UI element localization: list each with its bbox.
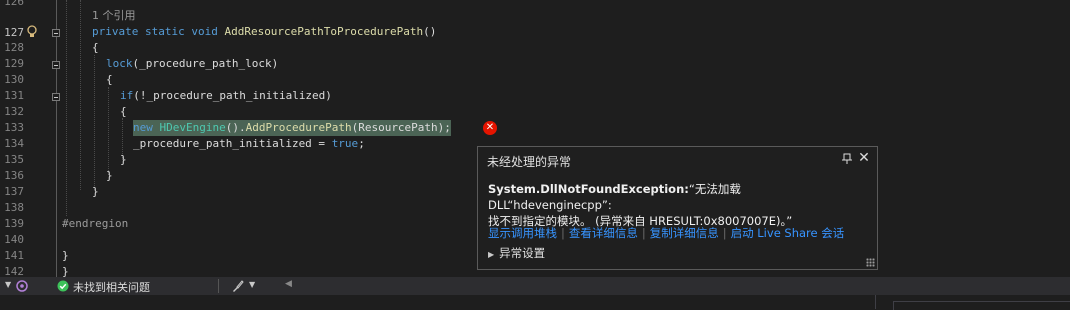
brush-icon[interactable] xyxy=(231,279,245,293)
line-number: 126 xyxy=(4,0,24,8)
exception-type: System.DllNotFoundException: xyxy=(488,182,689,196)
line-number: 140 xyxy=(4,233,24,246)
collapse-toggle[interactable] xyxy=(52,93,60,101)
panel-divider xyxy=(875,295,876,309)
code-line-128: { xyxy=(92,41,99,54)
code-token: lock xyxy=(106,57,133,70)
error-icon[interactable] xyxy=(483,120,497,136)
code-token: new xyxy=(133,121,160,134)
code-line-137: } xyxy=(92,185,99,198)
divider xyxy=(218,279,219,293)
reference-count-hint[interactable]: 1 个引用 xyxy=(92,8,136,24)
code-token: HDevEngine xyxy=(159,121,226,134)
code-token: (_procedure_path_lock) xyxy=(132,57,279,70)
line-number: 129 xyxy=(4,57,24,70)
line-number: 139 xyxy=(4,217,24,230)
copilot-icon[interactable] xyxy=(16,280,28,292)
code-line-127: private static void AddResourcePathToPro… xyxy=(92,24,436,40)
code-token: ; xyxy=(358,137,365,150)
close-icon[interactable]: ✕ xyxy=(857,151,871,165)
indent-guide xyxy=(66,0,67,216)
fold-line xyxy=(56,69,57,93)
exception-settings-label: 异常设置 xyxy=(499,246,546,260)
code-token: AddProcedurePath xyxy=(245,121,352,134)
code-line-135: } xyxy=(120,153,127,166)
code-line-130: { xyxy=(106,73,113,86)
indent-guide xyxy=(80,0,81,190)
code-token: _procedure_path_initialized = xyxy=(133,137,332,150)
line-number: 137 xyxy=(4,185,24,198)
code-line-132: { xyxy=(120,105,127,118)
view-details-link[interactable]: 查看详细信息 xyxy=(569,226,638,240)
fold-line xyxy=(56,0,57,29)
line-number: 136 xyxy=(4,169,24,182)
issues-status-text[interactable]: 未找到相关问题 xyxy=(73,279,150,295)
line-number: 141 xyxy=(4,249,24,262)
code-token: (). xyxy=(225,121,246,134)
code-line-141: } xyxy=(62,249,69,262)
current-statement-highlight: new HDevEngine().AddProcedurePath(Resour… xyxy=(133,120,451,136)
line-number: 130 xyxy=(4,73,24,86)
fold-line xyxy=(56,37,57,61)
code-line-129: lock(_procedure_path_lock) xyxy=(106,56,278,72)
code-token: () xyxy=(423,25,437,38)
indent-guide xyxy=(94,55,95,190)
copy-details-link[interactable]: 复制详细信息 xyxy=(650,226,719,240)
scroll-left-icon[interactable]: ◀ xyxy=(285,279,292,289)
collapse-toggle[interactable] xyxy=(52,29,60,37)
editor-status-bar: ▼ 未找到相关问题 ▼ ◀ xyxy=(0,277,1070,295)
dropdown-arrow-icon[interactable]: ▼ xyxy=(249,280,255,289)
code-token: if xyxy=(120,89,134,102)
line-number: 133 xyxy=(4,121,24,134)
line-number: 128 xyxy=(4,41,24,54)
code-token: private static void xyxy=(92,25,225,38)
fold-line xyxy=(56,101,57,277)
popup-links: 显示调用堆栈 | 查看详细信息 | 复制详细信息 | 启动 Live Share 会话 xyxy=(488,226,845,240)
bottom-panel-area xyxy=(0,295,1070,310)
check-circle-icon xyxy=(57,280,69,292)
line-number: 131 xyxy=(4,89,24,102)
dropdown-arrow-icon[interactable]: ▼ xyxy=(5,280,11,289)
code-line-134: _procedure_path_initialized = true; xyxy=(133,136,365,152)
resize-grip-icon[interactable] xyxy=(866,258,875,267)
indent-guide xyxy=(108,87,109,175)
code-line-131: if(!_procedure_path_initialized) xyxy=(120,88,332,104)
collapse-toggle[interactable] xyxy=(52,61,60,69)
code-token: AddResourcePathToProcedurePath xyxy=(224,25,424,38)
line-number: 127 xyxy=(4,26,24,39)
code-line-139: #endregion xyxy=(62,217,129,230)
code-token: true xyxy=(331,137,359,150)
pin-icon[interactable] xyxy=(841,153,853,165)
code-line-136: } xyxy=(106,169,113,182)
view-call-stack-link[interactable]: 显示调用堆栈 xyxy=(488,226,557,240)
exception-helper-popup: 未经处理的异常 ✕ System.DllNotFoundException:“无… xyxy=(477,146,878,270)
line-number: 135 xyxy=(4,153,24,166)
lightbulb-icon[interactable] xyxy=(26,25,38,38)
line-number: 138 xyxy=(4,201,24,214)
exception-message: System.DllNotFoundException:“无法加载 DLL“hd… xyxy=(488,181,868,229)
exception-settings-toggle[interactable]: ▶ 异常设置 xyxy=(488,245,545,261)
line-number: 134 xyxy=(4,137,24,150)
line-number-gutter: 126 127 128 129 130 131 132 133 134 135 … xyxy=(0,0,28,278)
code-token: (!_procedure_path_initialized) xyxy=(133,89,332,102)
start-live-share-link[interactable]: 启动 Live Share 会话 xyxy=(731,226,845,240)
line-number: 132 xyxy=(4,105,24,118)
code-token: (ResourcePath); xyxy=(351,121,451,134)
popup-title: 未经处理的异常 xyxy=(487,155,572,169)
expand-triangle-icon: ▶ xyxy=(488,250,495,259)
